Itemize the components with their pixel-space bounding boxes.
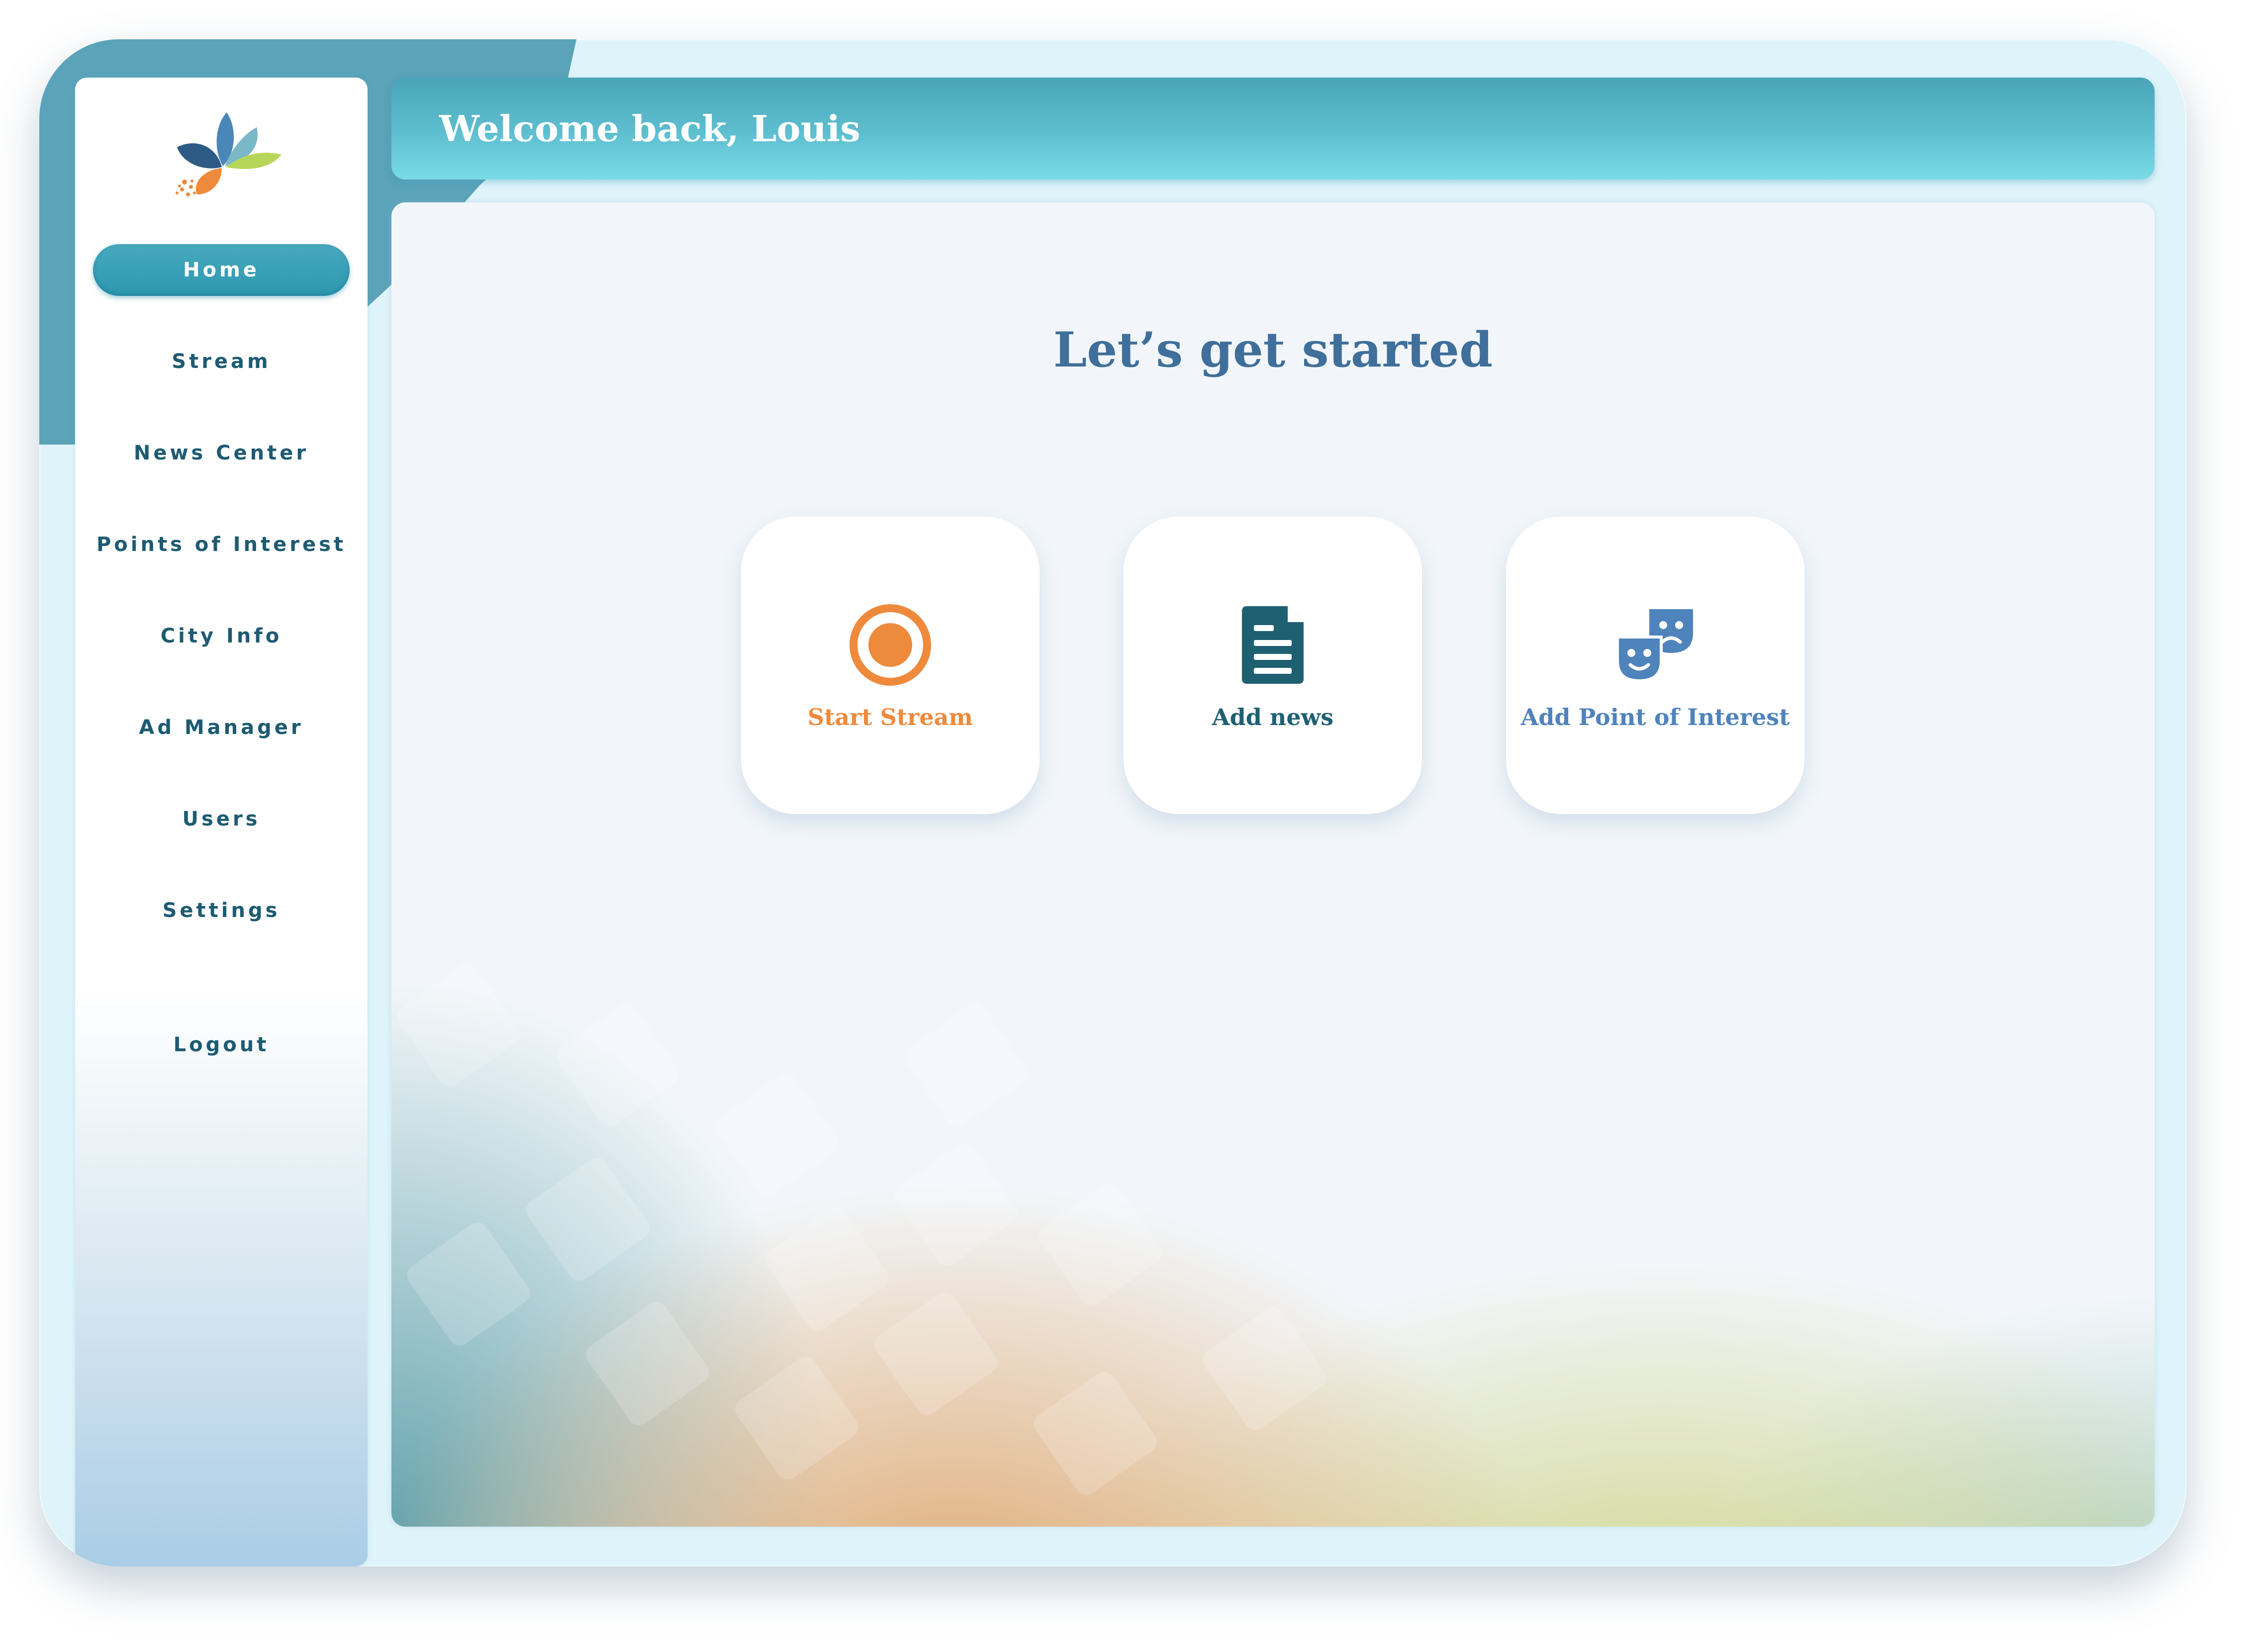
- header-bar: Welcome back, Louis: [391, 78, 2155, 180]
- add-news-card[interactable]: Add news: [1124, 517, 1422, 814]
- sidebar-item-city-info[interactable]: City Info: [93, 610, 350, 662]
- sidebar: Home Stream News Center Points of Intere…: [75, 78, 368, 1566]
- add-point-of-interest-card[interactable]: Add Point of Interest: [1506, 517, 1804, 814]
- theater-masks-icon: [1616, 609, 1693, 683]
- app-window: Home Stream News Center Points of Intere…: [39, 39, 2186, 1566]
- sidebar-item-ad-manager[interactable]: Ad Manager: [93, 702, 350, 753]
- logout-button[interactable]: Logout: [93, 1019, 350, 1071]
- page-headline: Let’s get started: [1053, 322, 1493, 378]
- petal-logo-icon: [176, 112, 282, 196]
- add-point-of-interest-label: Add Point of Interest: [1520, 704, 1790, 731]
- main-panel: Let’s get started Start Stream Add news: [391, 202, 2155, 1527]
- sidebar-item-home[interactable]: Home: [93, 244, 350, 296]
- sidebar-item-stream[interactable]: Stream: [93, 336, 350, 387]
- sidebar-item-settings[interactable]: Settings: [93, 885, 350, 936]
- news-document-icon: [1242, 606, 1304, 684]
- add-news-label: Add news: [1212, 704, 1334, 731]
- start-stream-card[interactable]: Start Stream: [741, 517, 1040, 814]
- start-stream-label: Start Stream: [807, 704, 973, 731]
- sidebar-item-users[interactable]: Users: [93, 793, 350, 845]
- record-icon: [850, 604, 931, 686]
- welcome-greeting: Welcome back, Louis: [439, 107, 860, 150]
- sidebar-item-points-of-interest[interactable]: Points of Interest: [93, 519, 350, 570]
- sidebar-item-news-center[interactable]: News Center: [93, 427, 350, 479]
